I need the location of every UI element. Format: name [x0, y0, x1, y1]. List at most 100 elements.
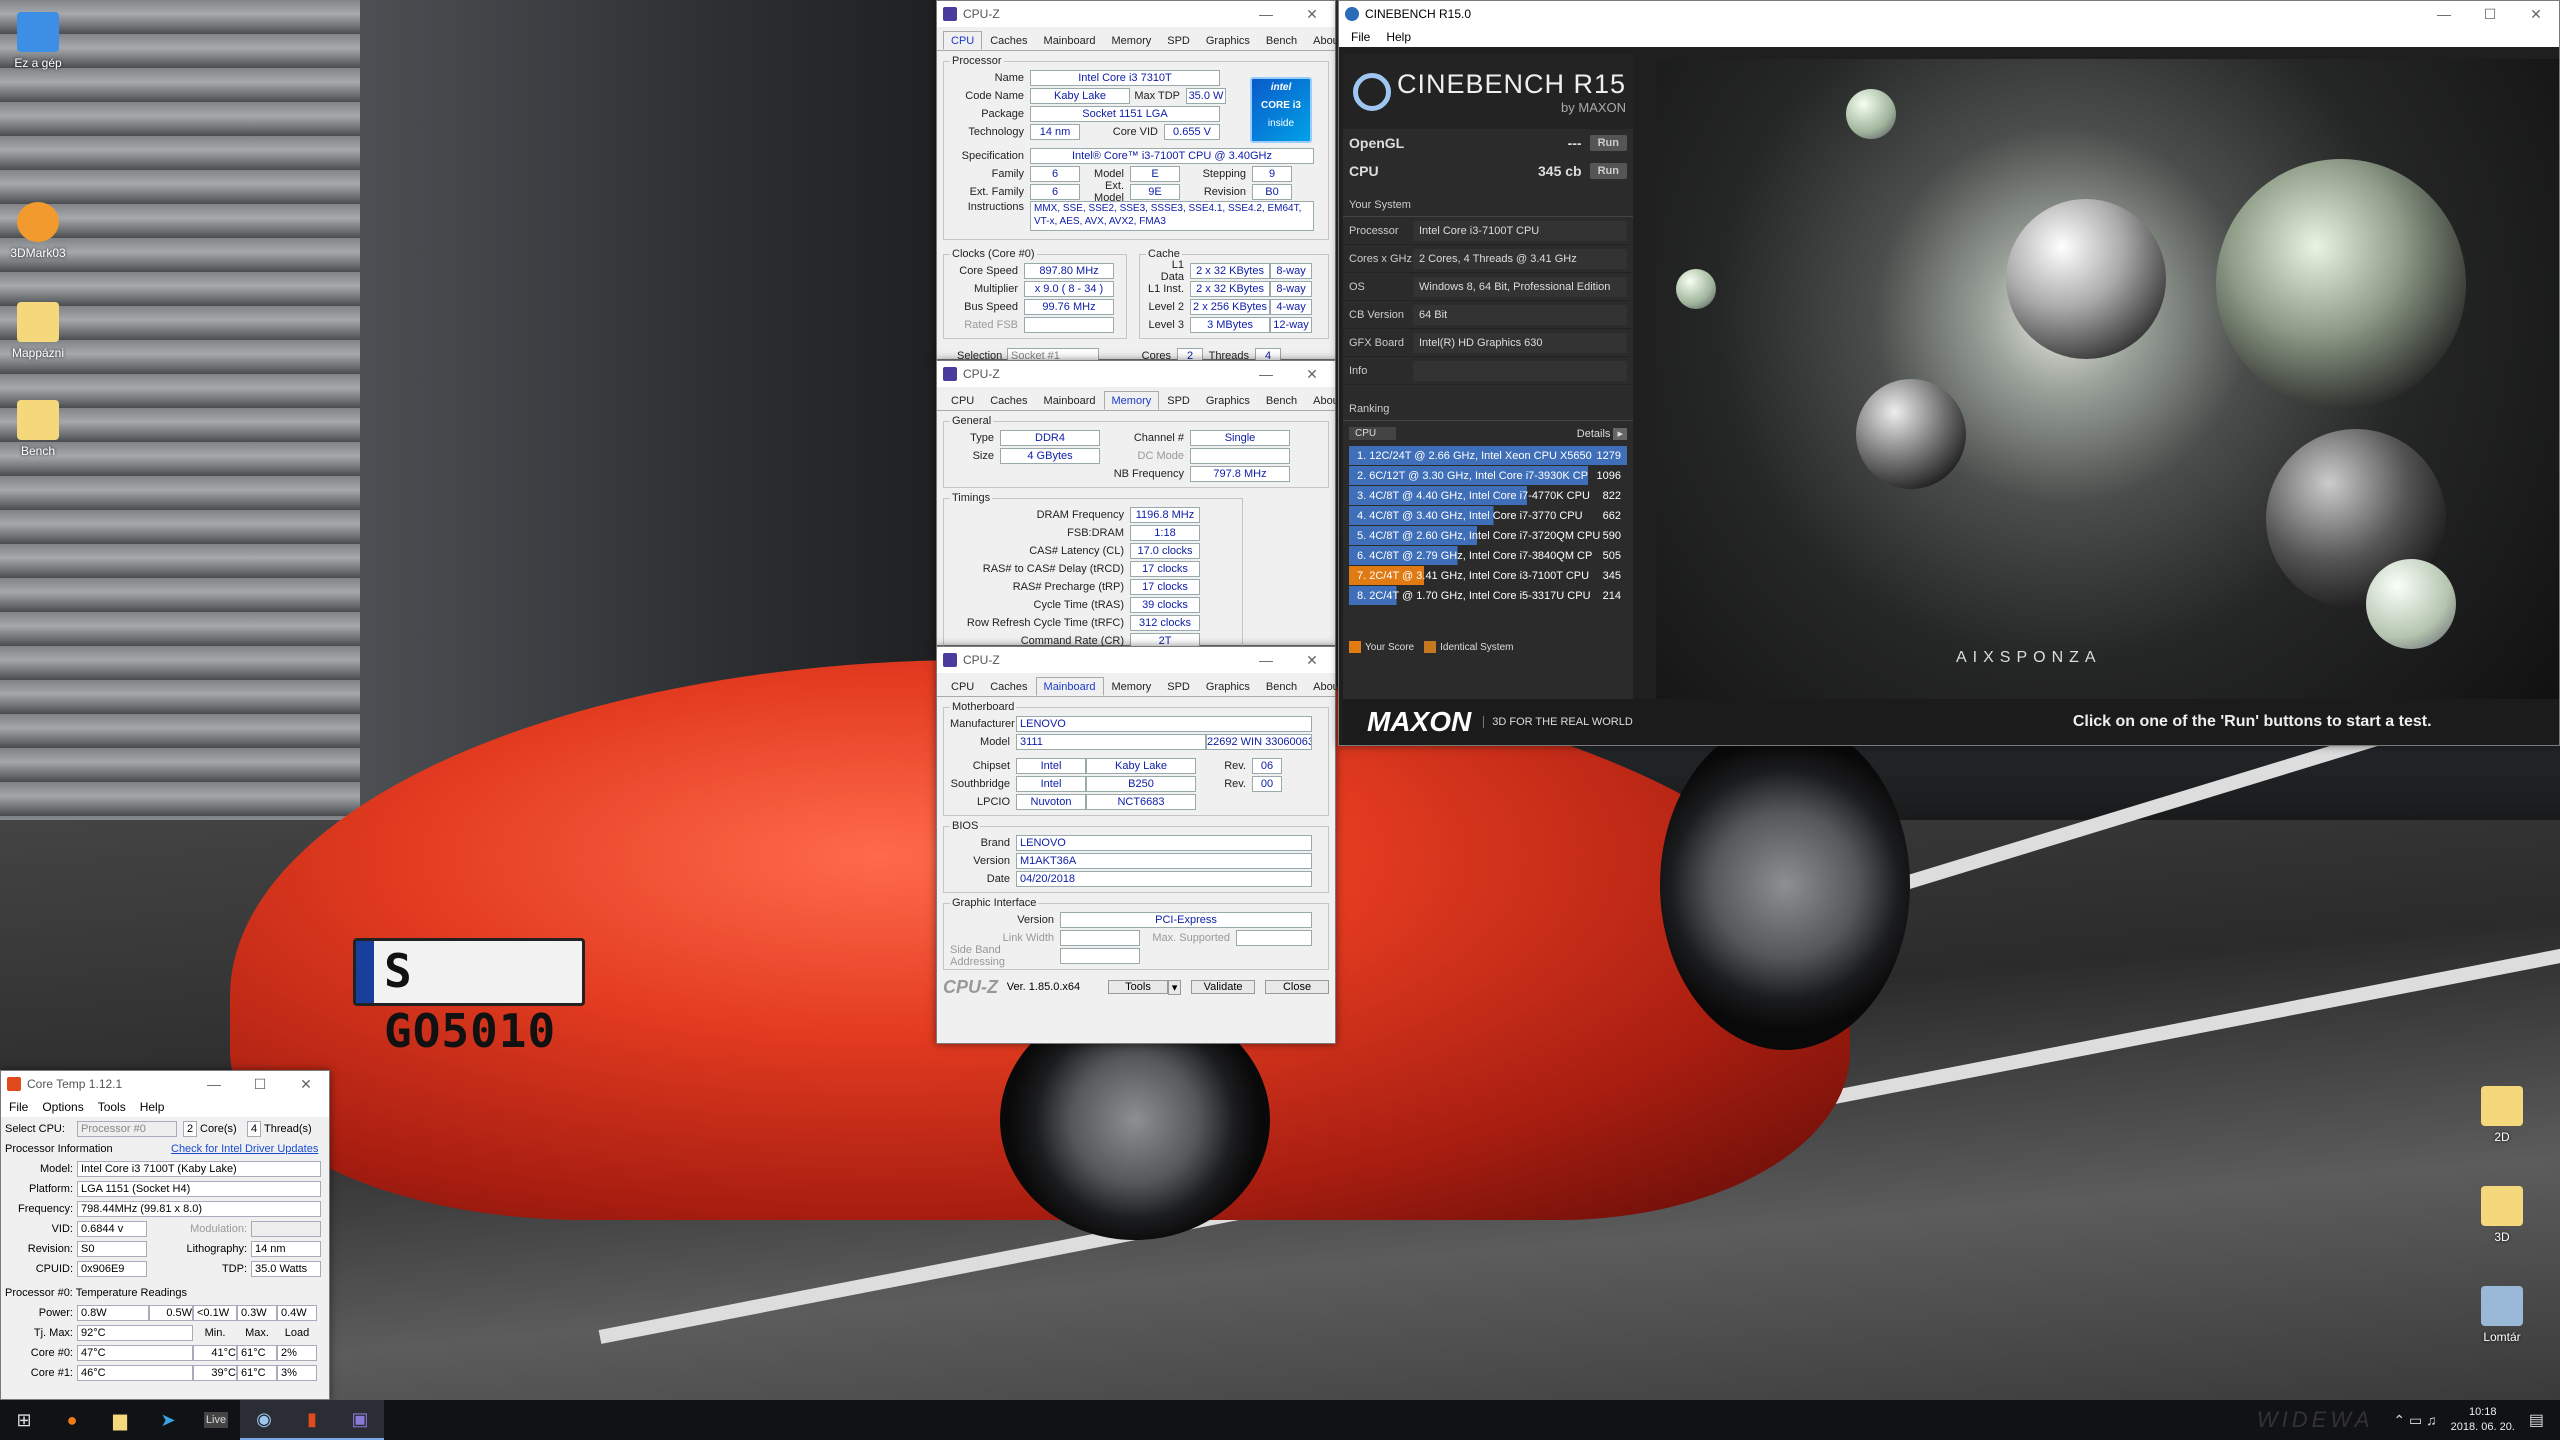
- tab-graphics[interactable]: Graphics: [1198, 677, 1258, 696]
- close-icon[interactable]: ✕: [2513, 1, 2559, 27]
- label: Platform:: [28, 1183, 73, 1195]
- close-icon[interactable]: ✕: [1289, 361, 1335, 387]
- desktop-icon-label: 3DMark03: [10, 246, 66, 260]
- tab-caches[interactable]: Caches: [982, 391, 1035, 410]
- tab-graphics[interactable]: Graphics: [1198, 31, 1258, 50]
- cpuz-window-mainboard[interactable]: CPU-Z — ✕ CPU Caches Mainboard Memory SPD Grap…: [936, 646, 1342, 1044]
- run-opengl-button[interactable]: Run: [1589, 135, 1627, 151]
- run-cpu-button[interactable]: Run: [1589, 163, 1627, 179]
- cpuz-titlebar[interactable]: CPU-Z — ✕: [937, 1, 1335, 27]
- ranking-select[interactable]: CPU: [1349, 426, 1397, 440]
- menu-help[interactable]: Help: [140, 1097, 165, 1117]
- os-value: Windows 8, 64 Bit, Professional Edition: [1413, 276, 1627, 297]
- menu-options[interactable]: Options: [42, 1097, 83, 1117]
- group-legend: Clocks (Core #0): [952, 248, 1035, 260]
- validate-button[interactable]: Validate: [1191, 980, 1256, 994]
- tab-caches[interactable]: Caches: [982, 31, 1035, 50]
- label: Cycle Time (tRAS): [1033, 599, 1124, 611]
- label: Select CPU:: [5, 1123, 65, 1135]
- tab-mainboard[interactable]: Mainboard: [1036, 31, 1104, 50]
- identical-swatch: [1424, 641, 1437, 653]
- maximize-icon[interactable]: ☐: [237, 1071, 283, 1097]
- close-icon[interactable]: ✕: [1289, 647, 1335, 673]
- desktop-icon-bench[interactable]: Bench: [2, 400, 74, 458]
- menu-file[interactable]: File: [1351, 27, 1370, 47]
- desktop-icon-mappazni[interactable]: Mappázni: [2, 302, 74, 360]
- taskbar-firefox[interactable]: ●: [48, 1400, 96, 1440]
- taskbar-explorer[interactable]: ▆: [96, 1400, 144, 1440]
- close-icon[interactable]: ✕: [1289, 1, 1335, 27]
- tab-bench[interactable]: Bench: [1258, 31, 1305, 50]
- power-uncore-value: <0.1W: [193, 1305, 237, 1321]
- minimize-icon[interactable]: —: [1243, 361, 1289, 387]
- tab-cpu[interactable]: CPU: [943, 31, 983, 50]
- cinebench-window[interactable]: CINEBENCH R15.0 — ☐ ✕ File Help CINEBENCH R…: [1338, 0, 2560, 746]
- chevron-down-icon[interactable]: ▾: [1168, 979, 1182, 995]
- driver-update-link[interactable]: Check for Intel Driver Updates: [171, 1143, 318, 1155]
- tab-spd[interactable]: SPD: [1159, 31, 1198, 50]
- notification-icon[interactable]: ▤: [2529, 1410, 2544, 1430]
- menu-file[interactable]: File: [9, 1097, 28, 1117]
- taskbar-telegram[interactable]: ➤: [144, 1400, 192, 1440]
- processor-select[interactable]: Processor #0: [77, 1121, 177, 1137]
- southbridge-vendor-value: Intel: [1016, 776, 1086, 792]
- tab-caches[interactable]: Caches: [982, 677, 1035, 696]
- minimize-icon[interactable]: —: [1243, 1, 1289, 27]
- render-sphere: [2006, 199, 2166, 359]
- taskbar-clock[interactable]: 10:18 2018. 06. 20.: [2451, 1405, 2515, 1435]
- label: Processor #0: Temperature Readings: [5, 1287, 188, 1299]
- maximize-icon[interactable]: ☐: [2467, 1, 2513, 27]
- tab-memory[interactable]: Memory: [1104, 31, 1160, 50]
- close-button[interactable]: Close: [1265, 980, 1329, 994]
- coretemp-menu: File Options Tools Help: [1, 1097, 329, 1117]
- label: DC Mode: [1137, 450, 1184, 462]
- cpuz-window-memory[interactable]: CPU-Z — ✕ CPU Caches Mainboard Memory SPD Grap…: [936, 360, 1342, 655]
- tools-button[interactable]: Tools: [1107, 980, 1169, 994]
- tab-bench[interactable]: Bench: [1258, 677, 1305, 696]
- tab-graphics[interactable]: Graphics: [1198, 391, 1258, 410]
- tab-memory[interactable]: Memory: [1104, 677, 1160, 696]
- tab-mainboard[interactable]: Mainboard: [1035, 677, 1104, 696]
- desktop-icon-this-pc[interactable]: Ez a gép: [2, 12, 74, 70]
- tab-cpu[interactable]: CPU: [943, 391, 982, 410]
- desktop-icon-3d[interactable]: 3D: [2466, 1186, 2538, 1244]
- tab-bench[interactable]: Bench: [1258, 391, 1305, 410]
- desktop-icon-2d[interactable]: 2D: [2466, 1086, 2538, 1144]
- label: NB Frequency: [1113, 468, 1184, 480]
- taskbar-live[interactable]: Live: [192, 1400, 240, 1440]
- desktop-icon-3dmark03[interactable]: 3DMark03: [2, 202, 74, 260]
- cpuz-titlebar[interactable]: CPU-Z — ✕: [937, 647, 1335, 673]
- coretemp-titlebar[interactable]: Core Temp 1.12.1 — ☐ ✕: [1, 1071, 329, 1097]
- minimize-icon[interactable]: —: [1243, 647, 1289, 673]
- gi-version-value: PCI-Express: [1060, 912, 1312, 928]
- cpuz-titlebar[interactable]: CPU-Z — ✕: [937, 361, 1335, 387]
- trp-value: 17 clocks: [1130, 579, 1200, 595]
- taskbar-coretemp[interactable]: ▮: [288, 1400, 336, 1440]
- render-sphere: [1856, 379, 1966, 489]
- menu-help[interactable]: Help: [1386, 27, 1411, 47]
- nb-frequency-value: 797.8 MHz: [1190, 466, 1290, 482]
- coretemp-window[interactable]: Core Temp 1.12.1 — ☐ ✕ File Options Tools Hel…: [0, 1070, 330, 1400]
- tab-memory[interactable]: Memory: [1103, 391, 1160, 410]
- cpuz-app-icon: [943, 7, 957, 21]
- desktop-icon-recycle-bin[interactable]: Lomtár: [2466, 1286, 2538, 1344]
- taskbar-cinebench[interactable]: ◉: [240, 1400, 288, 1440]
- tab-mainboard[interactable]: Mainboard: [1036, 391, 1104, 410]
- start-button[interactable]: ⊞: [0, 1400, 48, 1440]
- max-header: Max.: [245, 1327, 269, 1339]
- lpcio-model-value: NCT6683: [1086, 794, 1196, 810]
- details-button[interactable]: Details ▸: [1577, 427, 1627, 440]
- tray-icons[interactable]: ⌃ ▭ ♫: [2393, 1412, 2436, 1429]
- tab-spd[interactable]: SPD: [1159, 677, 1198, 696]
- taskbar-cpuz[interactable]: ▣: [336, 1400, 384, 1440]
- tab-cpu[interactable]: CPU: [943, 677, 982, 696]
- minimize-icon[interactable]: —: [191, 1071, 237, 1097]
- minimize-icon[interactable]: —: [2421, 1, 2467, 27]
- tab-spd[interactable]: SPD: [1159, 391, 1198, 410]
- cpuz-window-cpu[interactable]: CPU-Z — ✕ CPU Caches Mainboard Memory SPD Grap…: [936, 0, 1342, 364]
- fsb-dram-value: 1:18: [1130, 525, 1200, 541]
- menu-tools[interactable]: Tools: [98, 1097, 126, 1117]
- close-icon[interactable]: ✕: [283, 1071, 329, 1097]
- render-sphere: [2216, 159, 2466, 409]
- cinebench-titlebar[interactable]: CINEBENCH R15.0 — ☐ ✕: [1339, 1, 2559, 27]
